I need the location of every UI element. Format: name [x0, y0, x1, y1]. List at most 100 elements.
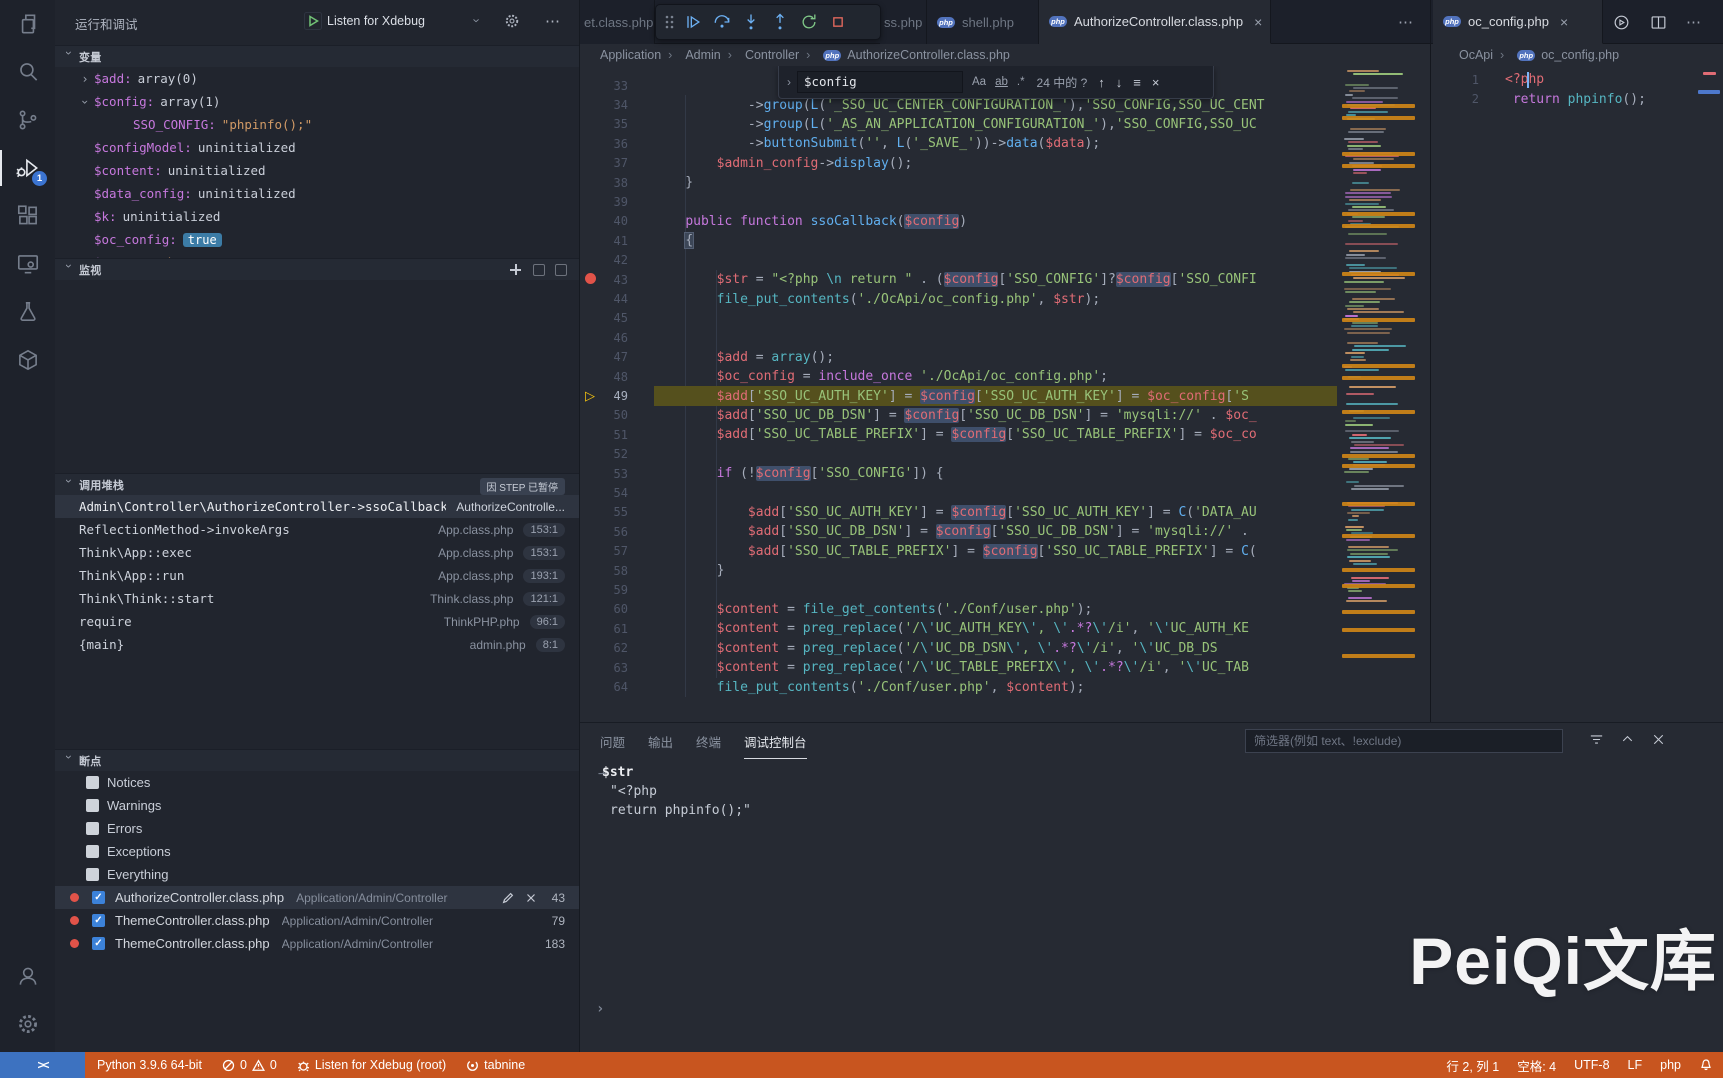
twisty-icon[interactable]: › — [76, 72, 94, 86]
filter-lines-icon[interactable] — [1588, 731, 1605, 748]
code-line[interactable]: 46 — [580, 328, 1337, 347]
breadcrumb-item[interactable]: OcApi — [1459, 48, 1493, 62]
stack-frame-row[interactable]: ReflectionMethod->invokeArgsApp.class.ph… — [55, 518, 579, 541]
code-line[interactable]: 62 $content = preg_replace('/\'UC_DB_DSN… — [580, 639, 1337, 658]
variable-row[interactable]: $data_config:uninitialized — [55, 182, 579, 205]
checkbox-unchecked[interactable] — [86, 776, 99, 789]
chevron-down-icon[interactable]: › — [470, 18, 485, 22]
breakpoints-section-header[interactable]: › 断点 — [55, 749, 579, 771]
console-input-prompt[interactable]: › — [596, 1001, 604, 1017]
stack-frame-row[interactable]: Think\App::runApp.class.php193:1 — [55, 564, 579, 587]
console-line[interactable]: return phpinfo();" — [580, 801, 1723, 820]
console-line[interactable]: →$str — [580, 763, 1723, 782]
debug-step-into-icon[interactable] — [741, 12, 761, 32]
checkbox-checked[interactable]: ✓ — [92, 914, 105, 927]
watch-section-header[interactable]: › 监视 — [55, 258, 579, 280]
code-line[interactable]: 52 — [580, 445, 1337, 464]
tab-authorizecontroller[interactable]: php AuthorizeController.class.php × — [1039, 0, 1271, 44]
remote-explorer-icon[interactable] — [0, 240, 55, 288]
regex-icon[interactable]: .* — [1017, 76, 1025, 88]
split-editor-icon[interactable] — [1649, 13, 1668, 37]
code-line[interactable]: 48 $oc_config = include_once './OcApi/oc… — [580, 367, 1337, 386]
extensions-icon[interactable] — [0, 192, 55, 240]
stack-frame-row[interactable]: {main}admin.php8:1 — [55, 633, 579, 656]
code-line[interactable]: 58 } — [580, 561, 1337, 580]
code-line[interactable]: 59 — [580, 580, 1337, 599]
breakpoint-file-row[interactable]: ✓AuthorizeController.class.phpApplicatio… — [55, 886, 579, 909]
checkbox-unchecked[interactable] — [86, 845, 99, 858]
glyph-margin[interactable]: ▷ — [580, 389, 600, 404]
tab-oc-config[interactable]: php oc_config.php × — [1433, 0, 1603, 44]
code-line[interactable]: 56 $add['SSO_UC_DB_DSN'] = $config['SSO_… — [580, 522, 1337, 541]
breakpoint-toggle-row[interactable]: Errors — [55, 817, 579, 840]
run-or-debug-icon[interactable] — [1612, 13, 1631, 37]
find-next-icon[interactable]: ↓ — [1116, 75, 1123, 90]
status-eol[interactable]: LF — [1628, 1058, 1643, 1072]
variable-row[interactable]: ›$add:array(0) — [55, 67, 579, 90]
variable-row[interactable]: $content:uninitialized — [55, 159, 579, 182]
breakpoint-toggle-row[interactable]: Warnings — [55, 794, 579, 817]
watch-action-icon[interactable] — [533, 264, 545, 276]
code-line[interactable]: 44 file_put_contents('./OcApi/oc_config.… — [580, 289, 1337, 308]
stack-frame-row[interactable]: Think\App::execApp.class.php153:1 — [55, 541, 579, 564]
code-line[interactable]: 2 return phpinfo(); — [1431, 89, 1723, 108]
twisty-icon[interactable]: › — [78, 93, 92, 111]
find-in-selection-icon[interactable]: ≡ — [1133, 75, 1141, 90]
code-line[interactable]: 57 $add['SSO_UC_TABLE_PREFIX'] = $config… — [580, 542, 1337, 561]
tab-partial-left[interactable]: et.class.php — [580, 0, 655, 44]
variables-section-header[interactable]: › 变量 — [55, 45, 579, 67]
find-input[interactable]: $config — [797, 71, 963, 93]
code-line[interactable]: 38 } — [580, 173, 1337, 192]
tab-terminal[interactable]: 终端 — [696, 732, 721, 751]
checkbox-unchecked[interactable] — [86, 868, 99, 881]
code-line[interactable]: 55 $add['SSO_UC_AUTH_KEY'] = $config['SS… — [580, 503, 1337, 522]
code-line[interactable]: 37 $admin_config->display(); — [580, 154, 1337, 173]
edit-pencil-icon[interactable] — [501, 891, 515, 905]
code-line[interactable]: 61 $content = preg_replace('/\'UC_AUTH_K… — [580, 619, 1337, 638]
checkbox-checked[interactable]: ✓ — [92, 937, 105, 950]
breakpoint-file-row[interactable]: ✓ThemeController.class.phpApplication/Ad… — [55, 909, 579, 932]
variable-row[interactable]: $configModel:uninitialized — [55, 136, 579, 159]
test-beaker-icon[interactable] — [0, 288, 55, 336]
drag-handle-icon[interactable] — [664, 14, 674, 30]
breakpoint-file-row[interactable]: ✓ThemeController.class.phpApplication/Ad… — [55, 932, 579, 955]
code-line[interactable]: 40 public function ssoCallback($config) — [580, 212, 1337, 231]
status-python[interactable]: Python 3.9.6 64-bit — [97, 1058, 202, 1072]
stack-frame-row[interactable]: requireThinkPHP.php96:1 — [55, 610, 579, 633]
console-filter-input[interactable]: 筛选器(例如 text、!exclude) — [1245, 729, 1563, 753]
code-editor[interactable]: 1<?php2 return phpinfo(); — [1431, 66, 1723, 722]
code-line[interactable]: 39 — [580, 192, 1337, 211]
code-line[interactable]: ▷49 $add['SSO_UC_AUTH_KEY'] = $config['S… — [580, 386, 1337, 405]
checkbox-checked[interactable]: ✓ — [92, 891, 105, 904]
code-line[interactable]: 45 — [580, 309, 1337, 328]
code-line[interactable]: 36 ->buttonSubmit('', L('_SAVE_'))->data… — [580, 134, 1337, 153]
code-line[interactable]: 60 $content = file_get_contents('./Conf/… — [580, 600, 1337, 619]
run-and-debug-icon[interactable]: 1 — [0, 144, 55, 192]
debug-config-select[interactable]: Listen for Xdebug — [327, 14, 425, 28]
debug-start-icon[interactable] — [303, 11, 323, 31]
code-line[interactable]: 1<?php — [1431, 70, 1723, 89]
maximize-panel-icon[interactable] — [1619, 731, 1636, 748]
breadcrumb-item[interactable]: Application — [600, 48, 661, 62]
source-control-icon[interactable] — [0, 96, 55, 144]
match-case-icon[interactable]: Aa — [972, 76, 986, 88]
status-language-mode[interactable]: php — [1660, 1058, 1681, 1072]
status-indentation[interactable]: 空格: 4 — [1517, 1056, 1556, 1075]
tab-overflow-icon[interactable]: ⋯ — [1398, 13, 1414, 31]
find-expand-icon[interactable]: › — [787, 75, 791, 89]
variable-row[interactable]: ›$config:array(1) — [55, 90, 579, 113]
code-line[interactable]: 43 $str = "<?php \n return " . ($config[… — [580, 270, 1337, 289]
code-line[interactable]: 47 $add = array(); — [580, 348, 1337, 367]
close-icon[interactable]: × — [1152, 75, 1160, 90]
package-icon[interactable] — [0, 336, 55, 384]
variable-row[interactable]: $str:"<?php — [55, 251, 579, 258]
breadcrumb-item[interactable]: Controller — [721, 48, 799, 62]
close-icon[interactable] — [1650, 731, 1667, 748]
variable-row[interactable]: $k:uninitialized — [55, 205, 579, 228]
checkbox-unchecked[interactable] — [86, 822, 99, 835]
code-line[interactable]: 53 if (!$config['SSO_CONFIG']) { — [580, 464, 1337, 483]
files-icon[interactable] — [0, 0, 55, 48]
breadcrumb-item[interactable]: phpAuthorizeController.class.php — [799, 48, 1010, 62]
settings-gear-icon[interactable] — [0, 1000, 55, 1048]
code-editor[interactable]: › $config Aa ab .* 24 中的 ? ↑ ↓ ≡ × 3334 … — [580, 66, 1430, 722]
